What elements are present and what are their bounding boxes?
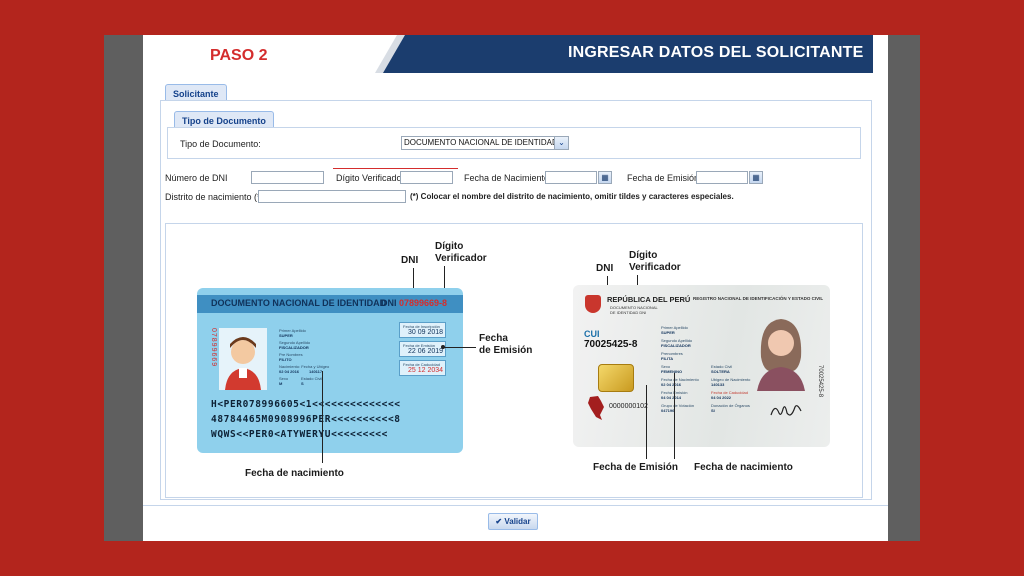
field-pre-nombres-value: FILITO xyxy=(279,357,292,362)
page-title: INGRESAR DATOS DEL SOLICITANTE xyxy=(568,44,864,61)
cui-value: 70025425-8 xyxy=(584,339,638,350)
field-primer-apellido-value: SUPER xyxy=(279,333,293,338)
annotation-fecha-emision-new: Fecha de Emisión xyxy=(593,462,679,473)
annotation-digito-new-1: Dígito xyxy=(629,250,658,261)
field-fecha-caducidad-value: 04 04 2022 xyxy=(711,395,732,400)
validar-label: Validar xyxy=(504,517,531,526)
annotation-dni: DNI xyxy=(401,255,419,266)
fecha-emision-box: Fecha de Emisión 22 06 2019 xyxy=(399,341,446,357)
pointer-line xyxy=(646,385,647,459)
mrz-line: 48784465M0908996PER<<<<<<<<<<8 xyxy=(211,414,401,425)
card-vertical-number: 70025425-8 xyxy=(817,365,823,398)
card-vertical-number: 07899669 xyxy=(210,328,217,368)
tipo-documento-select[interactable]: DOCUMENTO NACIONAL DE IDENTIDAD xyxy=(401,136,558,150)
nacimiento-input[interactable] xyxy=(545,171,597,184)
dni-label: Número de DNI xyxy=(165,173,228,183)
check-icon: ✔ xyxy=(495,517,503,526)
field-donacion-label: Donación de Órganos xyxy=(711,403,750,408)
distrito-input[interactable] xyxy=(258,190,406,203)
field-estado-civil-label: Estado Civil xyxy=(301,376,323,381)
fecha-caducidad-value: 25 12 2034 xyxy=(408,367,444,374)
mrz-line: WQWS<<PER0<ATYWERYU<<<<<<<<< xyxy=(211,429,388,440)
annotation-fecha-emision-2: de Emisión xyxy=(479,345,533,356)
signature-icon xyxy=(770,405,802,416)
calendar-icon[interactable]: ▦ xyxy=(598,171,612,184)
dni-card-new: REPÚBLICA DEL PERÚ DOCUMENTO NACIONAL DE… xyxy=(573,285,830,447)
card-dni-number: DNI 07899669-8 xyxy=(381,298,447,308)
emision-input[interactable] xyxy=(696,171,748,184)
validar-button[interactable]: ✔ Validar xyxy=(488,513,538,530)
field-sexo-value: M xyxy=(279,381,283,386)
card-dni-prefix: DNI xyxy=(381,298,397,308)
fecha-inscripcion-value: 30 09 2018 xyxy=(408,329,444,336)
digito-input[interactable] xyxy=(400,171,453,184)
pointer-line xyxy=(322,371,323,463)
digito-highlight-line xyxy=(333,168,458,169)
field-estado-civil-value: S xyxy=(301,381,304,386)
field-ubigeo-value: 140133 xyxy=(711,382,725,387)
nacimiento-label: Fecha de Nacimiento xyxy=(464,173,550,183)
field-estado-civil-value: SOLTERA xyxy=(711,369,730,374)
field-fecha-nacimiento-value: 02 04 2016 xyxy=(661,382,682,387)
field-donacion-value: SI xyxy=(711,408,715,413)
field-sexo-value: FEMENINO xyxy=(661,369,683,374)
mrz-line: H<PER078996605<1<<<<<<<<<<<<<< xyxy=(211,399,401,410)
peru-shield-icon xyxy=(585,295,601,313)
card-title: DOCUMENTO NACIONAL DE IDENTIDAD xyxy=(211,298,387,308)
card-registro: REGISTRO NACIONAL DE IDENTIFICACIÓN Y ES… xyxy=(693,296,824,301)
fecha-caducidad-box: Fecha de Caducidad 25 12 2034 xyxy=(399,360,446,376)
peru-map-icon xyxy=(588,396,604,420)
cui-label: CUI xyxy=(584,329,600,339)
footer-divider xyxy=(143,505,888,506)
distrito-label: Distrito de nacimiento (*) xyxy=(165,192,264,202)
page-header: PASO 2 INGRESAR DATOS DEL SOLICITANTE xyxy=(143,35,888,73)
annotation-fecha-nacimiento-new: Fecha de nacimiento xyxy=(694,462,793,473)
annotation-dni-new: DNI xyxy=(596,263,614,274)
chevron-down-icon[interactable]: ⌄ xyxy=(554,136,569,150)
field-primer-apellido-value: SUPER xyxy=(661,330,675,335)
step-label: PASO 2 xyxy=(210,47,268,64)
dni-card-old: DOCUMENTO NACIONAL DE IDENTIDAD DNI 0789… xyxy=(197,288,463,453)
avatar xyxy=(757,319,805,391)
pointer-line xyxy=(443,347,476,348)
chip-icon xyxy=(598,364,634,392)
tipo-documento-label: Tipo de Documento: xyxy=(180,139,261,149)
field-ubigeo-value: 140117 xyxy=(309,369,323,374)
field-nacimiento-value: 02 04 2016 xyxy=(279,369,300,374)
form-page: PASO 2 INGRESAR DATOS DEL SOLICITANTE So… xyxy=(143,35,888,541)
annotation-fecha-emision-1: Fecha xyxy=(479,333,508,344)
field-grupo-votacion-value: 047196 xyxy=(661,408,675,413)
annotation-fecha-nacimiento: Fecha de nacimiento xyxy=(245,468,344,479)
distrito-note: (*) Colocar el nombre del distrito de na… xyxy=(410,192,734,201)
digito-label: Dígito Verificador xyxy=(336,173,405,183)
card-dni-value: 07899669-8 xyxy=(399,298,448,308)
annotation-digito-1: Dígito xyxy=(435,241,464,252)
card-serial: 0000000102 xyxy=(609,403,648,410)
fecha-emision-value: 22 06 2019 xyxy=(408,348,444,355)
emision-label: Fecha de Emisión xyxy=(627,173,700,183)
fecha-inscripcion-box: Fecha de Inscripción 30 09 2018 xyxy=(399,322,446,338)
field-prenombres-value: FILITA xyxy=(661,356,674,361)
avatar xyxy=(219,328,267,390)
annotation-digito-new-2: Verificador xyxy=(629,262,681,273)
field-fecha-emision-value: 04 04 2014 xyxy=(661,395,682,400)
card-republica: REPÚBLICA DEL PERÚ xyxy=(607,295,691,304)
pointer-line xyxy=(674,373,675,459)
field-segundo-apellido-value: FISCALIZADOR xyxy=(279,345,309,350)
pointer-dot xyxy=(441,345,445,349)
dni-input[interactable] xyxy=(251,171,324,184)
card-doc-name-2: DE IDENTIDAD DNI xyxy=(610,310,647,315)
calendar-icon[interactable]: ▦ xyxy=(749,171,763,184)
field-segundo-apellido-value: FISCALIZADOR xyxy=(661,343,691,348)
annotation-digito-2: Verificador xyxy=(435,253,487,264)
